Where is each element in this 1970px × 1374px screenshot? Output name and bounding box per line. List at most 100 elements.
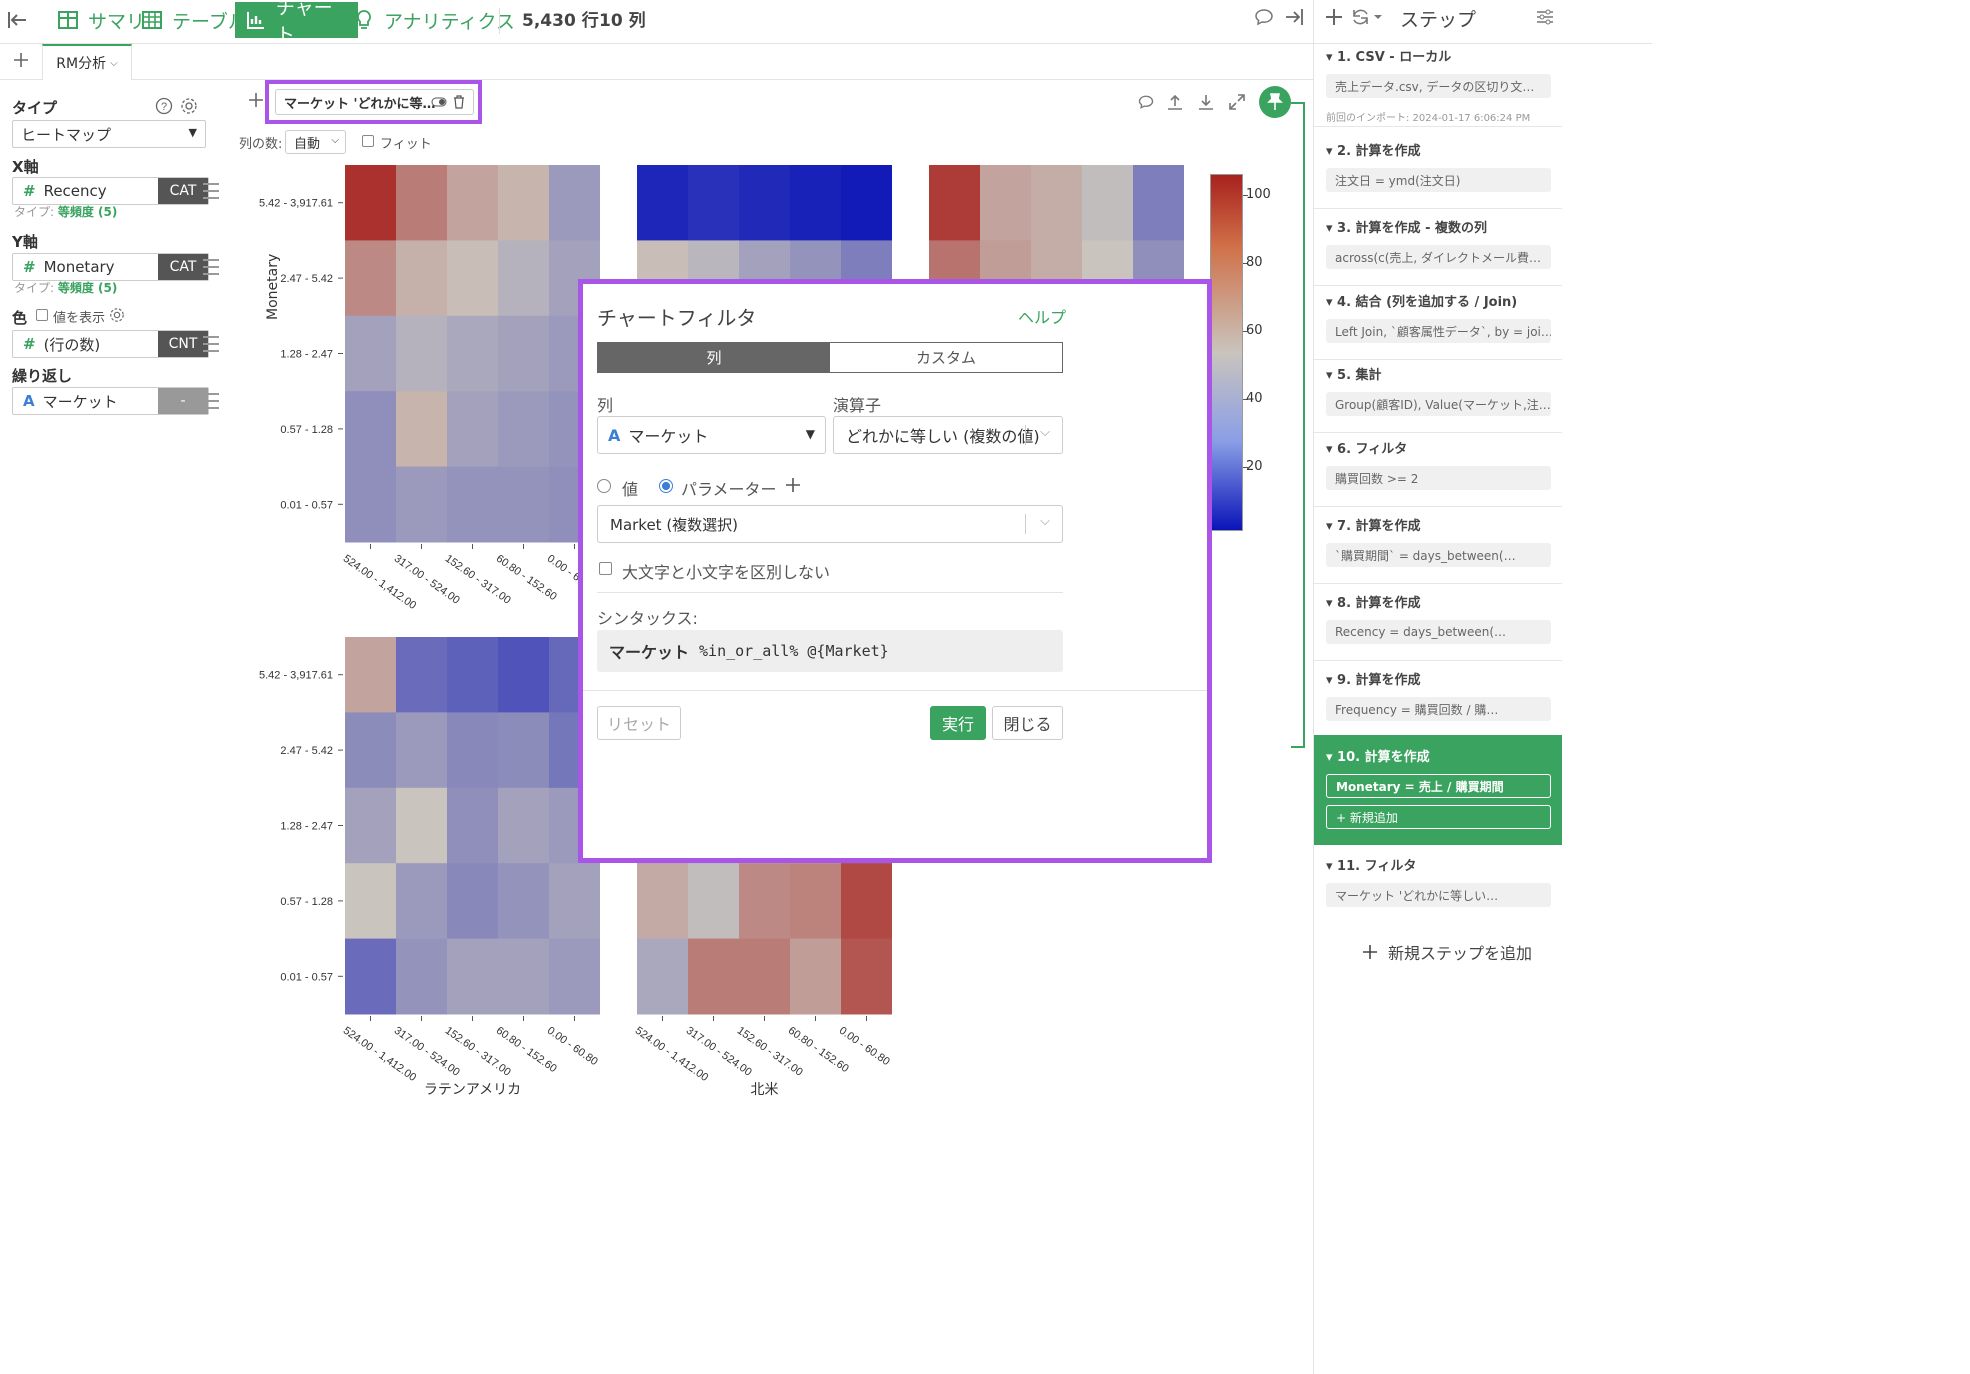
heatmap-cell[interactable]	[637, 863, 688, 940]
add-step-plus-icon[interactable]	[1323, 6, 1345, 32]
heatmap-cell[interactable]	[396, 787, 447, 864]
step-body[interactable]: across(c(売上, ダイレクトメール費…	[1326, 245, 1551, 269]
heatmap-cell[interactable]	[841, 165, 892, 241]
step-body[interactable]: 購買回数 >= 2	[1326, 466, 1551, 490]
heatmap-cell[interactable]	[345, 637, 396, 713]
step-body[interactable]: `購買期間` = days_between(…	[1326, 543, 1551, 567]
step-header[interactable]: ▾ 5. 集計	[1326, 364, 1382, 383]
step-body[interactable]: Group(顧客ID), Value(マーケット,注…	[1326, 392, 1551, 416]
heatmap-cell[interactable]	[549, 938, 600, 1015]
help-link[interactable]: ヘルプ	[1018, 304, 1066, 328]
heatmap-cell[interactable]	[498, 315, 549, 392]
heatmap-cell[interactable]	[549, 863, 600, 940]
step-header[interactable]: ▾ 6. フィルタ	[1326, 438, 1407, 457]
close-button[interactable]: 閉じる	[992, 706, 1063, 740]
heatmap-cell[interactable]	[447, 165, 498, 241]
reset-button[interactable]: リセット	[597, 706, 681, 740]
parameter-radio[interactable]	[659, 479, 673, 493]
step-header[interactable]: ▾ 8. 計算を作成	[1326, 592, 1421, 611]
column-select[interactable]: A マーケット ▼	[597, 416, 826, 454]
heatmap-cell[interactable]	[396, 466, 447, 543]
operator-select[interactable]: どれかに等しい (複数の値) ⌵	[833, 416, 1063, 454]
case-insensitive-checkbox[interactable]	[599, 562, 612, 575]
heatmap-cell[interactable]	[345, 863, 396, 940]
heatmap-cell[interactable]	[929, 165, 980, 241]
value-radio[interactable]	[597, 479, 611, 493]
step-header[interactable]: ▾ 9. 計算を作成	[1326, 669, 1421, 688]
heatmap-cell[interactable]	[447, 712, 498, 789]
heatmap-cell[interactable]	[498, 938, 549, 1015]
heatmap-cell[interactable]	[498, 466, 549, 543]
heatmap-cell[interactable]	[345, 240, 396, 317]
heatmap-cell[interactable]	[396, 938, 447, 1015]
heatmap-cell[interactable]	[345, 938, 396, 1015]
step-body[interactable]: Frequency = 購買回数 / 購…	[1326, 697, 1551, 721]
heatmap-cell[interactable]	[498, 240, 549, 317]
step-add-new-button[interactable]: + 新規追加	[1326, 805, 1551, 829]
heatmap-cell[interactable]	[345, 391, 396, 468]
heatmap-cell[interactable]	[396, 315, 447, 392]
heatmap-cell[interactable]	[345, 315, 396, 392]
step-header[interactable]: ▾ 10. 計算を作成	[1326, 746, 1430, 765]
heatmap-cell[interactable]	[498, 637, 549, 713]
step-header[interactable]: ▾ 4. 結合 (列を追加する / Join)	[1326, 291, 1517, 310]
step-body[interactable]: Recency = days_between(…	[1326, 620, 1551, 644]
heatmap-cell[interactable]	[498, 712, 549, 789]
step-body[interactable]: 売上データ.csv, データの区切り文…	[1326, 74, 1551, 98]
heatmap-cell[interactable]	[447, 637, 498, 713]
heatmap-cell[interactable]	[739, 938, 790, 1015]
heatmap-cell[interactable]	[688, 863, 739, 940]
step-header[interactable]: ▾ 3. 計算を作成 - 複数の列	[1326, 217, 1487, 236]
heatmap-cell[interactable]	[739, 165, 790, 241]
heatmap-cell[interactable]	[980, 165, 1031, 241]
heatmap-cell[interactable]	[396, 165, 447, 241]
heatmap-cell[interactable]	[396, 712, 447, 789]
heatmap-cell[interactable]	[345, 712, 396, 789]
heatmap-cell[interactable]	[447, 787, 498, 864]
heatmap-cell[interactable]	[1031, 165, 1082, 241]
heatmap-cell[interactable]	[841, 863, 892, 940]
tab-column[interactable]: 列	[598, 343, 830, 372]
heatmap-cell[interactable]	[498, 165, 549, 241]
heatmap-cell[interactable]	[447, 315, 498, 392]
heatmap-cell[interactable]	[396, 391, 447, 468]
heatmap-cell[interactable]	[345, 787, 396, 864]
step-body[interactable]: 注文日 = ymd(注文日)	[1326, 168, 1551, 192]
step-header[interactable]: ▾ 1. CSV - ローカル	[1326, 46, 1451, 65]
heatmap-cell[interactable]	[345, 165, 396, 241]
heatmap-cell[interactable]	[637, 165, 688, 241]
heatmap-cell[interactable]	[688, 938, 739, 1015]
refresh-icon[interactable]	[1350, 6, 1386, 32]
heatmap-cell[interactable]	[498, 787, 549, 864]
heatmap-cell[interactable]	[498, 391, 549, 468]
heatmap-cell[interactable]	[790, 863, 841, 940]
heatmap-cell[interactable]	[396, 240, 447, 317]
heatmap-cell[interactable]	[739, 863, 790, 940]
add-step-button[interactable]: 新規ステップを追加	[1362, 940, 1532, 964]
heatmap-cell[interactable]	[790, 938, 841, 1015]
heatmap-cell[interactable]	[637, 938, 688, 1015]
heatmap-cell[interactable]	[1082, 165, 1133, 241]
parameter-select[interactable]: Market (複数選択) ⌵	[597, 505, 1063, 543]
heatmap-cell[interactable]	[688, 165, 739, 241]
heatmap-cell[interactable]	[396, 637, 447, 713]
step-body[interactable]: マーケット 'どれかに等しい…	[1326, 883, 1551, 907]
heatmap-cell[interactable]	[345, 466, 396, 543]
tab-custom[interactable]: カスタム	[830, 343, 1062, 372]
step-header[interactable]: ▾ 11. フィルタ	[1326, 855, 1416, 874]
run-button[interactable]: 実行	[930, 706, 986, 740]
step-header[interactable]: ▾ 2. 計算を作成	[1326, 140, 1421, 159]
step-header[interactable]: ▾ 7. 計算を作成	[1326, 515, 1421, 534]
settings-sliders-icon[interactable]	[1534, 6, 1556, 32]
heatmap-cell[interactable]	[447, 938, 498, 1015]
heatmap-cell[interactable]	[396, 863, 447, 940]
heatmap-cell[interactable]	[447, 466, 498, 543]
heatmap-cell[interactable]	[447, 863, 498, 940]
heatmap-cell[interactable]	[1133, 165, 1184, 241]
heatmap-cell[interactable]	[447, 391, 498, 468]
heatmap-cell[interactable]	[498, 863, 549, 940]
add-parameter-icon[interactable]	[785, 477, 801, 497]
heatmap-cell[interactable]	[790, 165, 841, 241]
step-body[interactable]: Monetary = 売上 / 購買期間	[1326, 774, 1551, 798]
heatmap-cell[interactable]	[447, 240, 498, 317]
